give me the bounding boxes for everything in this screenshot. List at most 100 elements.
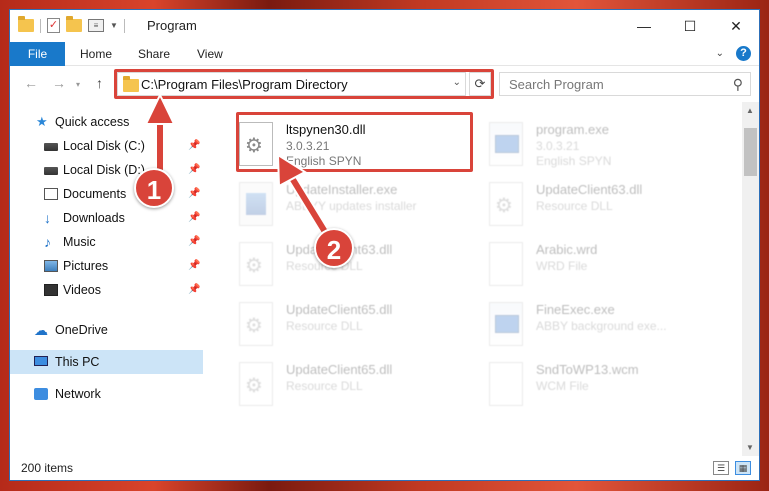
expand-ribbon-icon[interactable]: ⌄ [716, 48, 724, 59]
close-button[interactable]: ✕ [713, 10, 759, 42]
file-item[interactable]: SndToWP13.wcm WCM File [481, 356, 721, 414]
search-placeholder[interactable]: Search Program [509, 77, 604, 92]
ribbon-right-controls: ⌄ ? [716, 46, 751, 61]
sidebar-item-label: Downloads [63, 211, 125, 225]
file-name: UpdateClient65.dll [286, 362, 393, 377]
star-icon: ★ [36, 114, 48, 129]
up-arrow-icon[interactable]: ↑ [96, 75, 103, 91]
file-name: UpdateClient63.dll [536, 182, 643, 197]
search-box[interactable]: Search Program ⚲ [499, 72, 751, 96]
properties-check-icon[interactable]: ✓ [47, 18, 60, 33]
sidebar-item-label: OneDrive [55, 323, 108, 337]
file-item[interactable]: UpdateClient65.dll Resource DLL [231, 296, 471, 354]
sidebar-item-label: Videos [63, 283, 101, 297]
address-bar-highlight [114, 69, 494, 99]
tab-file[interactable]: File [10, 42, 65, 66]
scroll-up-icon[interactable]: ▲ [746, 106, 754, 115]
tab-view[interactable]: View [197, 42, 223, 66]
forward-arrow-icon[interactable]: → [52, 75, 66, 91]
file-item[interactable]: FineExec.exe ABBY background exe... [481, 296, 721, 354]
exe-icon [489, 122, 523, 166]
sidebar-item-quick-access[interactable]: ★ Quick access [10, 110, 203, 134]
step-badge-1: 1 [134, 168, 174, 208]
documents-icon [44, 188, 58, 200]
file-description: ABBYY updates installer [286, 199, 417, 213]
recent-locations-icon[interactable]: ▾ [76, 80, 80, 89]
file-name: Arabic.wrd [536, 242, 598, 257]
sidebar-item-videos[interactable]: Videos 📌 [10, 278, 203, 302]
file-description: English SPYN [536, 154, 612, 168]
target-file-highlight [236, 112, 473, 172]
file-description: WCM File [536, 379, 589, 393]
dll-gear-icon [239, 362, 273, 406]
large-icons-view-icon[interactable]: ▦ [735, 461, 751, 475]
file-name: UpdateClient65.dll [286, 302, 393, 317]
file-name: program.exe [536, 122, 609, 137]
qat-dropdown-icon[interactable]: ▼ [110, 21, 118, 30]
pin-icon[interactable]: 📌 [188, 182, 200, 206]
tab-share[interactable]: Share [138, 42, 170, 66]
videos-icon [44, 284, 58, 296]
file-item[interactable]: UpdateClient63.dll Resource DLL [481, 176, 721, 234]
pin-icon[interactable]: 📌 [188, 206, 200, 230]
maximize-button[interactable]: ☐ [667, 10, 713, 42]
qat-separator [40, 18, 41, 33]
status-bar: 200 items ☰ ▦ [10, 458, 759, 480]
sidebar-item-label: Pictures [63, 259, 109, 273]
file-name: SndToWP13.wcm [536, 362, 639, 377]
scroll-down-icon[interactable]: ▼ [746, 443, 754, 452]
file-item[interactable]: Arabic.wrd WRD File [481, 236, 721, 294]
sidebar-item-music[interactable]: ♪ Music 📌 [10, 230, 203, 254]
back-arrow-icon[interactable]: ← [24, 75, 38, 91]
explorer-window: ✓ ≡ ▼ Program — ☐ ✕ File Home Share View… [9, 9, 760, 481]
sidebar-item-pictures[interactable]: Pictures 📌 [10, 254, 203, 278]
window-controls: — ☐ ✕ [621, 10, 759, 42]
drive-icon [44, 143, 58, 151]
sidebar-item-local-disk-c[interactable]: Local Disk (C:) 📌 [10, 134, 203, 158]
blank-file-icon [489, 362, 523, 406]
sidebar-item-onedrive[interactable]: ☁ OneDrive [10, 318, 203, 342]
quick-access-toolbar: ✓ ≡ ▼ [18, 16, 125, 33]
vertical-scrollbar[interactable]: ▲ ▼ [742, 102, 759, 456]
sidebar-item-network[interactable]: Network [10, 382, 203, 406]
file-description: Resource DLL [536, 199, 613, 213]
search-icon[interactable]: ⚲ [733, 76, 743, 93]
drive-icon [44, 167, 58, 175]
item-count: 200 items [21, 461, 74, 475]
pin-icon[interactable]: 📌 [188, 230, 200, 254]
dll-gear-icon [489, 182, 523, 226]
file-name: FineExec.exe [536, 302, 615, 317]
view-buttons: ☰ ▦ [713, 461, 751, 475]
sidebar-item-documents[interactable]: Documents 📌 [10, 182, 203, 206]
sidebar-item-this-pc[interactable]: This PC [10, 350, 203, 374]
sidebar-item-downloads[interactable]: ↓ Downloads 📌 [10, 206, 203, 230]
sidebar-item-label: Documents [63, 187, 127, 201]
pin-icon[interactable]: 📌 [188, 278, 200, 302]
customize-icon[interactable]: ≡ [88, 19, 104, 32]
this-pc-icon [34, 356, 48, 366]
details-view-icon[interactable]: ☰ [713, 461, 729, 475]
music-icon: ♪ [44, 234, 51, 250]
sidebar-item-local-disk-d[interactable]: Local Disk (D:) 📌 [10, 158, 203, 182]
pin-icon[interactable]: 📌 [188, 134, 200, 158]
minimize-button[interactable]: — [621, 10, 667, 42]
onedrive-icon: ☁ [34, 322, 48, 338]
blank-file-icon [489, 242, 523, 286]
file-item[interactable]: program.exe 3.0.3.21 English SPYN [481, 116, 721, 174]
ribbon-tabs: File Home Share View ⌄ ? [10, 42, 759, 66]
sidebar-item-label: This PC [55, 355, 100, 369]
pin-icon[interactable]: 📌 [188, 158, 200, 182]
file-item[interactable]: UpdateInstaller.exe ABBYY updates instal… [231, 176, 471, 234]
step-badge-2: 2 [314, 228, 354, 268]
file-description: Resource DLL [286, 379, 363, 393]
pin-icon[interactable]: 📌 [188, 254, 200, 278]
file-list: ltspynen30.dll 3.0.3.21 English SPYN pro… [223, 102, 735, 452]
qat-separator [123, 18, 125, 33]
new-folder-icon[interactable] [66, 16, 82, 32]
file-version: 3.0.3.21 [536, 139, 580, 153]
file-item[interactable]: UpdateClient65.dll Resource DLL [231, 356, 471, 414]
sidebar-item-label: Music [63, 235, 96, 249]
scrollbar-thumb[interactable] [744, 128, 757, 176]
tab-home[interactable]: Home [80, 42, 112, 66]
help-icon[interactable]: ? [736, 46, 751, 61]
